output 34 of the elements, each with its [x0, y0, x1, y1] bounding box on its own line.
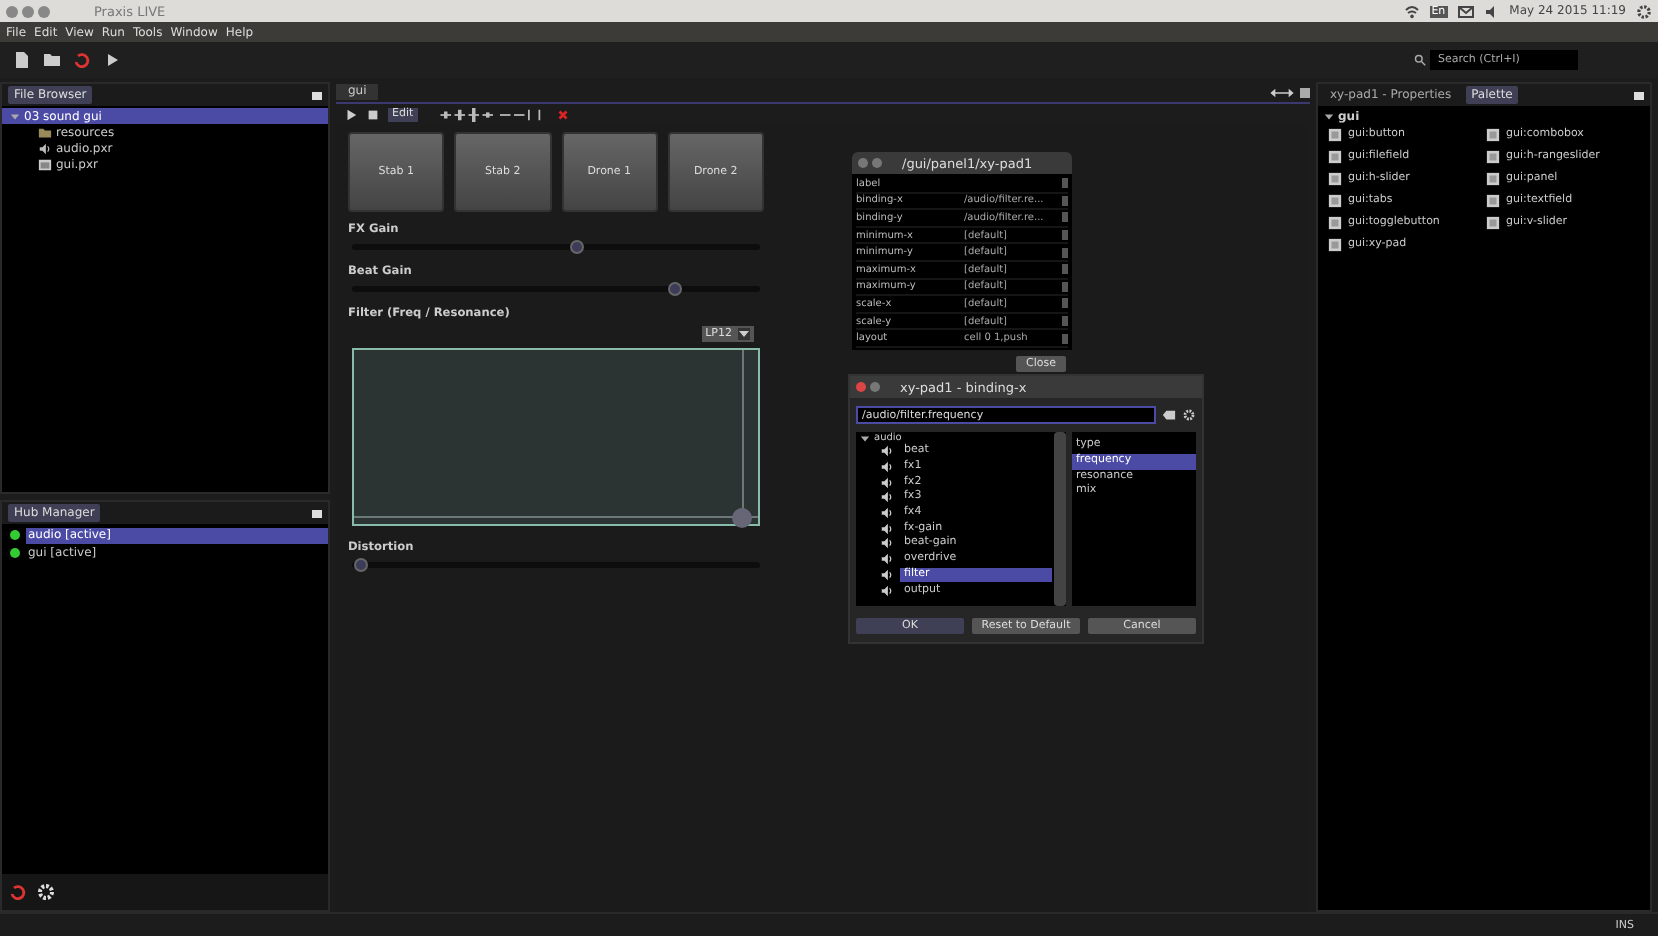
- xy-pad[interactable]: [352, 348, 760, 526]
- play-icon[interactable]: [344, 108, 358, 122]
- close-icon[interactable]: [555, 108, 570, 122]
- folder-icon[interactable]: [42, 50, 62, 70]
- slider-thumb[interactable]: [569, 239, 584, 253]
- close-icon[interactable]: [856, 382, 866, 392]
- arrows-icon[interactable]: [1270, 87, 1294, 97]
- clear-icon[interactable]: [1162, 408, 1176, 422]
- slider-thumb[interactable]: [667, 281, 682, 295]
- mail-icon[interactable]: [1457, 3, 1474, 19]
- window-icon: [38, 157, 52, 171]
- speaker-icon: [38, 141, 52, 155]
- caret-icon: [1324, 111, 1334, 121]
- undo-icon[interactable]: [72, 50, 92, 70]
- network-icon[interactable]: [1403, 3, 1420, 19]
- minimize-icon[interactable]: [312, 91, 322, 99]
- caret-icon: [10, 111, 20, 121]
- gear-icon[interactable]: [1636, 3, 1652, 19]
- caret-icon: [738, 328, 750, 340]
- status-led-icon: [10, 530, 20, 540]
- slider-thumb[interactable]: [353, 557, 368, 571]
- status-led-icon: [10, 548, 20, 558]
- scrollbar[interactable]: [1054, 432, 1066, 606]
- refresh-icon[interactable]: [8, 882, 28, 902]
- window-control-icon[interactable]: [870, 382, 880, 392]
- search-icon: [1414, 54, 1426, 66]
- maximize-icon[interactable]: [1300, 87, 1310, 97]
- minimize-icon[interactable]: [1634, 91, 1644, 99]
- play-icon[interactable]: [102, 50, 122, 70]
- new-file-icon[interactable]: [12, 50, 32, 70]
- minimize-icon[interactable]: [312, 509, 322, 517]
- xy-pad-thumb[interactable]: [731, 507, 752, 528]
- stop-icon[interactable]: [366, 108, 380, 122]
- caret-icon: [860, 433, 870, 443]
